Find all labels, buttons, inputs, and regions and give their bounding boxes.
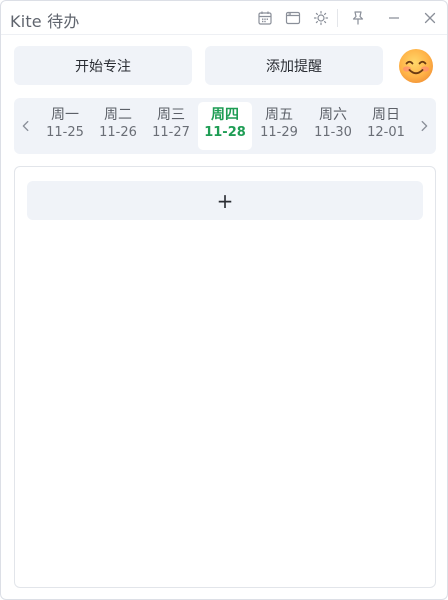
- prev-week-chevron-left-icon[interactable]: [17, 116, 35, 136]
- day-name: 周日: [372, 107, 400, 123]
- day-date: 11-27: [152, 125, 190, 140]
- minimize-icon[interactable]: [386, 10, 402, 26]
- day-date: 12-01: [367, 125, 405, 140]
- title-bar[interactable]: Kite 待办: [1, 1, 447, 35]
- day-fri[interactable]: 周五 11-29: [252, 102, 306, 150]
- day-sun[interactable]: 周日 12-01: [359, 102, 413, 150]
- day-date: 11-28: [204, 125, 246, 140]
- day-name: 周三: [157, 107, 185, 123]
- app-window: Kite 待办 开始专注 添加提醒 周一 11-25 周二 11-26 周三 1…: [0, 0, 448, 600]
- day-name: 周一: [51, 107, 79, 123]
- day-thu-selected[interactable]: 周四 11-28: [198, 102, 252, 150]
- app-title: Kite 待办: [10, 12, 80, 31]
- day-name: 周四: [211, 107, 239, 123]
- calendar-icon[interactable]: [257, 10, 273, 26]
- day-name: 周五: [265, 107, 293, 123]
- day-sat[interactable]: 周六 11-30: [306, 102, 360, 150]
- todo-panel: +: [14, 166, 436, 588]
- day-mon[interactable]: 周一 11-25: [38, 102, 92, 150]
- smiling-face-emoji[interactable]: [398, 48, 434, 84]
- add-todo-button[interactable]: +: [27, 181, 423, 220]
- day-date: 11-29: [260, 125, 298, 140]
- day-tue[interactable]: 周二 11-26: [91, 102, 145, 150]
- pin-icon[interactable]: [350, 10, 366, 26]
- next-week-chevron-right-icon[interactable]: [415, 116, 433, 136]
- week-selector: 周一 11-25 周二 11-26 周三 11-27 周四 11-28 周五 1…: [14, 98, 436, 154]
- day-wed[interactable]: 周三 11-27: [144, 102, 198, 150]
- day-date: 11-30: [314, 125, 352, 140]
- day-name: 周六: [319, 107, 347, 123]
- day-date: 11-25: [46, 125, 84, 140]
- day-date: 11-26: [99, 125, 137, 140]
- add-reminder-button[interactable]: 添加提醒: [205, 46, 383, 85]
- window-icon[interactable]: [285, 10, 301, 26]
- sun-icon[interactable]: [313, 10, 329, 26]
- close-icon[interactable]: [422, 10, 438, 26]
- start-focus-button[interactable]: 开始专注: [14, 46, 192, 85]
- title-bar-divider: [337, 9, 338, 27]
- day-name: 周二: [104, 107, 132, 123]
